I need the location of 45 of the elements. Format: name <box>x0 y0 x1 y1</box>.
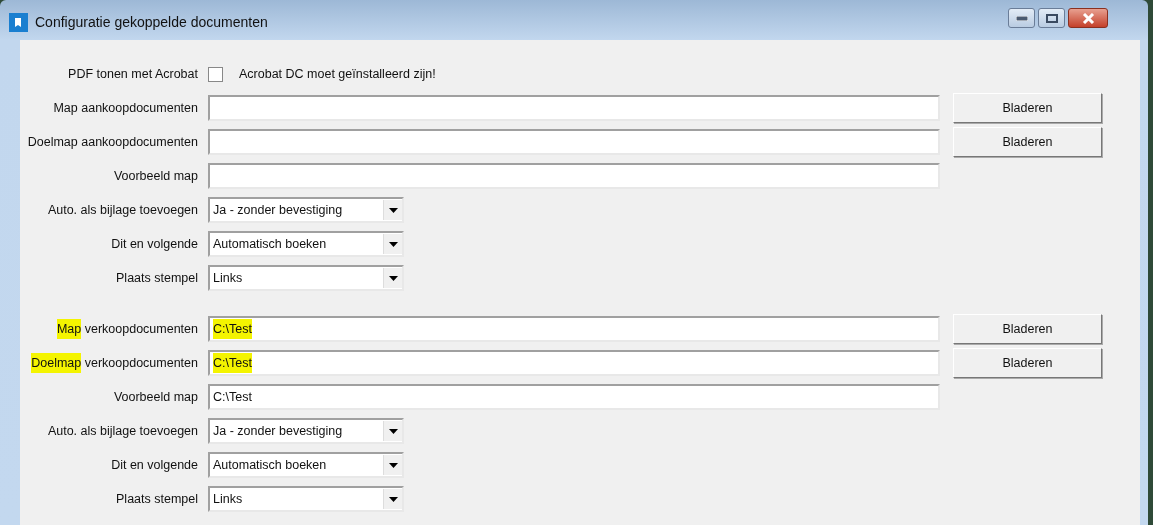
checkbox-note: Acrobat DC moet geïnstalleerd zijn! <box>239 67 436 81</box>
maximize-button[interactable] <box>1038 8 1065 28</box>
text-field[interactable] <box>208 129 940 155</box>
field-label: Auto. als bijlage toevoegen <box>46 424 198 438</box>
field-label: Plaats stempel <box>115 271 198 285</box>
browse-button[interactable]: Bladeren <box>953 348 1102 378</box>
field-label: PDF tonen met Acrobat <box>67 67 198 81</box>
dropdown-arrow-icon <box>388 241 398 247</box>
text-field[interactable] <box>208 163 940 189</box>
field-label: Voorbeeld map <box>112 390 198 404</box>
browse-button[interactable]: Bladeren <box>953 314 1102 344</box>
dropdown[interactable]: Ja - zonder bevestiging <box>208 418 404 444</box>
field-label: Plaats stempel <box>115 492 198 506</box>
browse-button[interactable]: Bladeren <box>953 93 1102 123</box>
field-label: Dit en volgende <box>110 458 198 472</box>
field-label: Map aankoopdocumenten <box>52 101 198 115</box>
maximize-icon <box>1045 13 1058 23</box>
dropdown[interactable]: Links <box>208 486 404 512</box>
dropdown-arrow-icon <box>388 275 398 281</box>
field-label: Dit en volgende <box>110 237 198 251</box>
text-field[interactable]: C:\Test <box>208 350 940 376</box>
dropdown-arrow-icon <box>388 462 398 468</box>
text-field[interactable] <box>208 95 940 121</box>
dropdown[interactable]: Automatisch boeken <box>208 231 404 257</box>
minimize-button[interactable] <box>1008 8 1035 28</box>
dropdown[interactable]: Links <box>208 265 404 291</box>
browse-button[interactable]: Bladeren <box>953 127 1102 157</box>
field-label: Doelmap aankoopdocumenten <box>26 135 198 149</box>
document-icon <box>9 12 28 32</box>
dropdown-arrow-icon <box>388 428 398 434</box>
field-label: Map verkoopdocumenten <box>20 322 198 336</box>
minimize-icon <box>1015 15 1028 21</box>
dropdown[interactable]: Automatisch boeken <box>208 452 404 478</box>
field-label: Auto. als bijlage toevoegen <box>46 203 198 217</box>
checkbox[interactable] <box>208 66 223 82</box>
close-button[interactable] <box>1068 8 1108 28</box>
dropdown-arrow-icon <box>388 207 398 213</box>
dropdown[interactable]: Ja - zonder bevestiging <box>208 197 404 223</box>
dropdown-arrow-icon <box>388 496 398 502</box>
close-icon <box>1081 12 1095 24</box>
text-field[interactable]: C:\Test <box>208 316 940 342</box>
field-label: Doelmap verkoopdocumenten <box>20 356 198 370</box>
field-label: Voorbeeld map <box>112 169 198 183</box>
text-field[interactable]: C:\Test <box>208 384 940 410</box>
window-title: Configuratie gekoppelde documenten <box>35 14 268 30</box>
